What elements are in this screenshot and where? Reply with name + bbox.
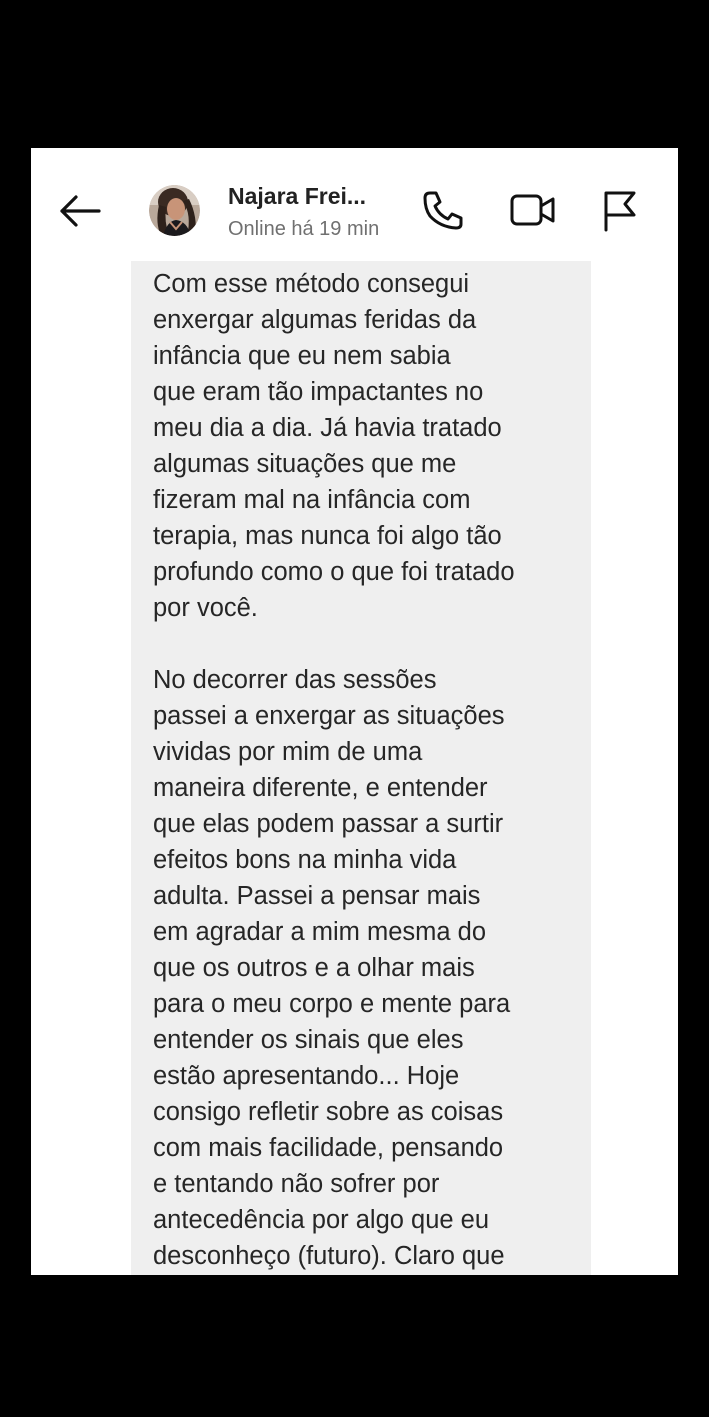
back-button[interactable] <box>57 188 103 234</box>
call-button[interactable] <box>419 186 467 234</box>
phone-icon <box>423 191 463 230</box>
message-paragraph: Com esse método consegui enxergar alguma… <box>153 270 515 622</box>
contact-name[interactable]: Najara Frei... <box>228 182 366 210</box>
contact-photo <box>149 185 200 236</box>
message-bubble[interactable]: Com esse método consegui enxergar alguma… <box>131 261 591 1275</box>
chat-screen: Najara Frei... Online há 19 min Com esse… <box>31 148 678 1275</box>
flag-icon <box>604 191 636 232</box>
message-paragraph: No decorrer das sessões passei a enxerga… <box>153 666 511 1270</box>
report-button[interactable] <box>596 186 644 234</box>
chat-header: Najara Frei... Online há 19 min <box>31 148 678 260</box>
avatar[interactable] <box>149 185 200 236</box>
arrow-left-icon <box>60 195 101 227</box>
video-call-button[interactable] <box>509 186 557 234</box>
contact-status: Online há 19 min <box>228 218 380 240</box>
video-camera-icon <box>510 194 555 226</box>
